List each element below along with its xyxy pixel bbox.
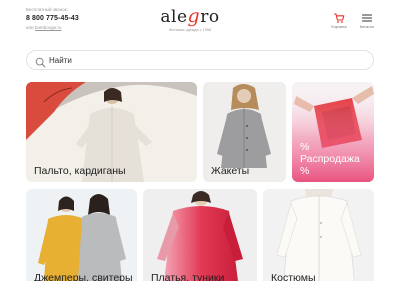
category-label: Костюмы [271,272,316,281]
category-tile-suits[interactable]: Костюмы [263,189,374,281]
site-line: или bambooge.ru [26,24,79,31]
brand-logo[interactable]: alegro Женская одежда с 1998 [145,6,235,38]
contact-block: Бесплатный звонок: 8 800 775-45-43 или b… [26,7,79,31]
suits-photo [263,189,374,281]
hamburger-icon [352,11,382,24]
category-label: Платья, туники [151,272,225,281]
phone-link[interactable]: 8 800 775-45-43 [26,13,79,24]
search-bar[interactable] [26,50,374,70]
search-input[interactable] [49,53,349,68]
cart-icon [324,11,354,24]
category-tile-coats[interactable]: Пальто, кардиганы [26,82,197,182]
app-page: Бесплатный звонок: 8 800 775-45-43 или b… [0,0,400,281]
category-label: Джемперы, свитеры [34,272,133,281]
cart-label: Корзина [331,24,347,29]
category-label: Пальто, кардиганы [34,165,126,177]
category-tile-jackets[interactable]: Жакеты [203,82,286,182]
logo-wordmark: alegro [160,5,220,27]
category-tile-sale[interactable]: % Распродажа % [292,82,374,182]
site-prefix: или [26,25,34,30]
search-icon [35,55,46,68]
cart-button[interactable]: Корзина [324,11,354,33]
logo-tagline: Женская одежда с 1998 [168,28,212,32]
category-tile-dresses[interactable]: Платья, туники [143,189,257,281]
dresses-photo [143,189,257,281]
header: Бесплатный звонок: 8 800 775-45-43 или b… [0,0,400,44]
catalog-label: Каталог [359,24,375,29]
category-label: % Распродажа % [300,141,360,177]
sweaters-photo [26,189,137,281]
catalog-menu-button[interactable]: Каталог [352,11,382,33]
category-label: Жакеты [211,165,250,177]
category-tile-sweaters[interactable]: Джемперы, свитеры [26,189,137,281]
site-link[interactable]: bambooge.ru [35,25,62,30]
